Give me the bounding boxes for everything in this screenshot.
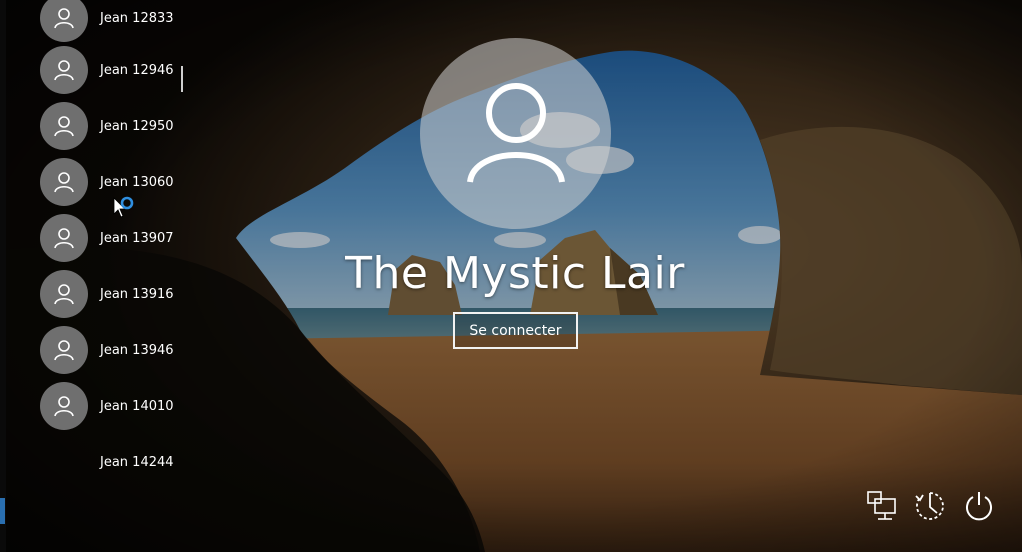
user-icon	[466, 82, 565, 183]
user-name: Jean 14244	[100, 454, 174, 470]
user-list-item[interactable]: Jean 14244	[40, 438, 190, 486]
user-list: Jean 12833 Jean 12946 Jean 12950 Jean 13…	[0, 0, 190, 552]
user-icon	[40, 158, 88, 206]
selected-user-avatar	[420, 38, 611, 229]
user-icon	[40, 326, 88, 374]
user-icon	[40, 0, 88, 42]
user-list-item[interactable]: Jean 12950	[40, 102, 190, 150]
user-icon	[40, 214, 88, 262]
user-list-item[interactable]: Jean 12946	[40, 46, 190, 94]
user-list-item[interactable]: Jean 13946	[40, 326, 190, 374]
user-list-scrollbar[interactable]	[181, 66, 183, 92]
user-list-item[interactable]: Jean 13916	[40, 270, 190, 318]
busy-cursor-icon	[113, 196, 134, 218]
user-name: Jean 12833	[100, 10, 174, 26]
user-name: Jean 12946	[100, 62, 174, 78]
user-name: Jean 13907	[100, 230, 174, 246]
user-icon	[40, 382, 88, 430]
accessibility-icon	[915, 492, 944, 520]
user-name: Jean 13946	[100, 342, 174, 358]
sign-in-button[interactable]: Se connecter	[453, 312, 578, 349]
power-button[interactable]	[962, 489, 996, 523]
machine-name: The Mystic Lair	[345, 248, 685, 299]
user-icon	[40, 102, 88, 150]
user-name: Jean 13916	[100, 286, 174, 302]
user-list-item[interactable]: Jean 14010	[40, 382, 190, 430]
network-icon	[867, 491, 896, 520]
network-button[interactable]	[865, 489, 899, 523]
user-name: Jean 14010	[100, 398, 174, 414]
user-icon	[40, 46, 88, 94]
user-icon	[40, 270, 88, 318]
user-name: Jean 13060	[100, 174, 174, 190]
power-icon	[966, 492, 992, 521]
ease-of-access-button[interactable]	[913, 489, 947, 523]
user-name: Jean 12950	[100, 118, 174, 134]
user-list-item[interactable]: Jean 12833	[40, 0, 190, 42]
